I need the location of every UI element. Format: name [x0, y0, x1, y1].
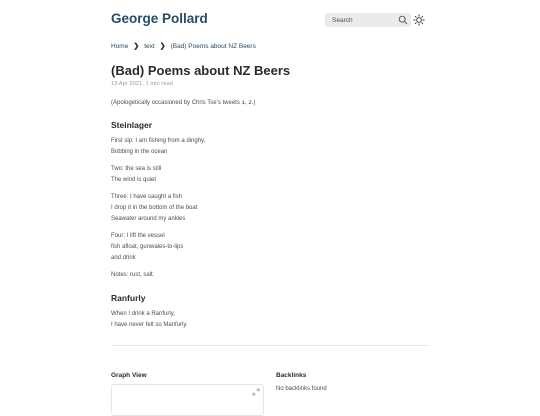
search-label: Search: [332, 16, 353, 24]
poem-stanza-ranfurly: When I drink a Ranfurly, I have never fe…: [111, 309, 188, 331]
breadcrumb-text[interactable]: text: [144, 43, 154, 50]
breadcrumb-current: (Bad) Poems about NZ Beers: [170, 42, 256, 50]
poem-line: Bobbing in the ocean: [111, 149, 168, 155]
poem-line: Four: I lift the vessel: [111, 233, 165, 239]
poem-line: Notes: rust, salt.: [111, 272, 155, 278]
poem-line: fish afloat, gunwales-to-lips: [111, 244, 184, 250]
poem-line: Two: the sea is still: [111, 166, 162, 172]
search-icon: [398, 15, 408, 25]
expand-icon[interactable]: [252, 388, 260, 396]
search-button[interactable]: Search: [325, 13, 411, 27]
poem-line: First sip: I am fishing from a dinghy,: [111, 138, 206, 144]
poem-stanza-3: Three: I have caught a fish I drop it in…: [111, 192, 197, 225]
section-heading-steinlager: Steinlager: [111, 120, 153, 130]
poem-stanza-2: Two: the sea is still The wind is quiet: [111, 164, 161, 186]
breadcrumb-home[interactable]: Home: [111, 43, 128, 50]
intro-suffix: .): [251, 100, 256, 106]
article-date: 13 Apr 2021: [111, 81, 143, 87]
poem-line: and drink: [111, 255, 136, 261]
poem-line: When I drink a Ranfurly,: [111, 311, 175, 317]
chevron-right-icon: ❯: [133, 43, 140, 50]
graph-view[interactable]: [111, 384, 264, 416]
backlinks-heading: Backlinks: [276, 372, 307, 379]
poem-line: Three: I have caught a fish: [111, 194, 183, 200]
poem-line: I drop it in the bottom of the boat: [111, 205, 198, 211]
intro-paragraph: (Apologetically occasioned by Chris Tse’…: [111, 99, 256, 106]
breadcrumb: Home ❯ text ❯ (Bad) Poems about NZ Beers: [111, 42, 256, 51]
intro-prefix: (Apologetically occasioned by Chris Tse’…: [111, 100, 242, 106]
sun-icon[interactable]: [413, 14, 425, 26]
section-heading-ranfurly: Ranfurly: [111, 293, 146, 303]
read-time: 1 min read: [145, 81, 173, 87]
divider: [111, 345, 429, 346]
chevron-right-icon: ❯: [159, 43, 166, 50]
poem-stanza-1: First sip: I am fishing from a dinghy, B…: [111, 136, 205, 158]
graph-view-heading: Graph View: [111, 372, 147, 379]
article-meta: 13 Apr 2021, 1 min read: [111, 81, 173, 87]
poem-line: I have never felt so Manfurly.: [111, 322, 188, 328]
page-title: (Bad) Poems about NZ Beers: [111, 63, 291, 78]
poem-line: Seawater around my ankles: [111, 216, 186, 222]
page: George Pollard Search Home ❯ text ❯ (Bad…: [0, 0, 540, 416]
poem-stanza-4: Four: I lift the vessel fish afloat, gun…: [111, 231, 183, 264]
site-title[interactable]: George Pollard: [111, 11, 208, 26]
poem-line: The wind is quiet: [111, 177, 157, 183]
poem-notes: Notes: rust, salt.: [111, 270, 154, 281]
backlinks-empty: No backlinks found: [276, 386, 327, 392]
